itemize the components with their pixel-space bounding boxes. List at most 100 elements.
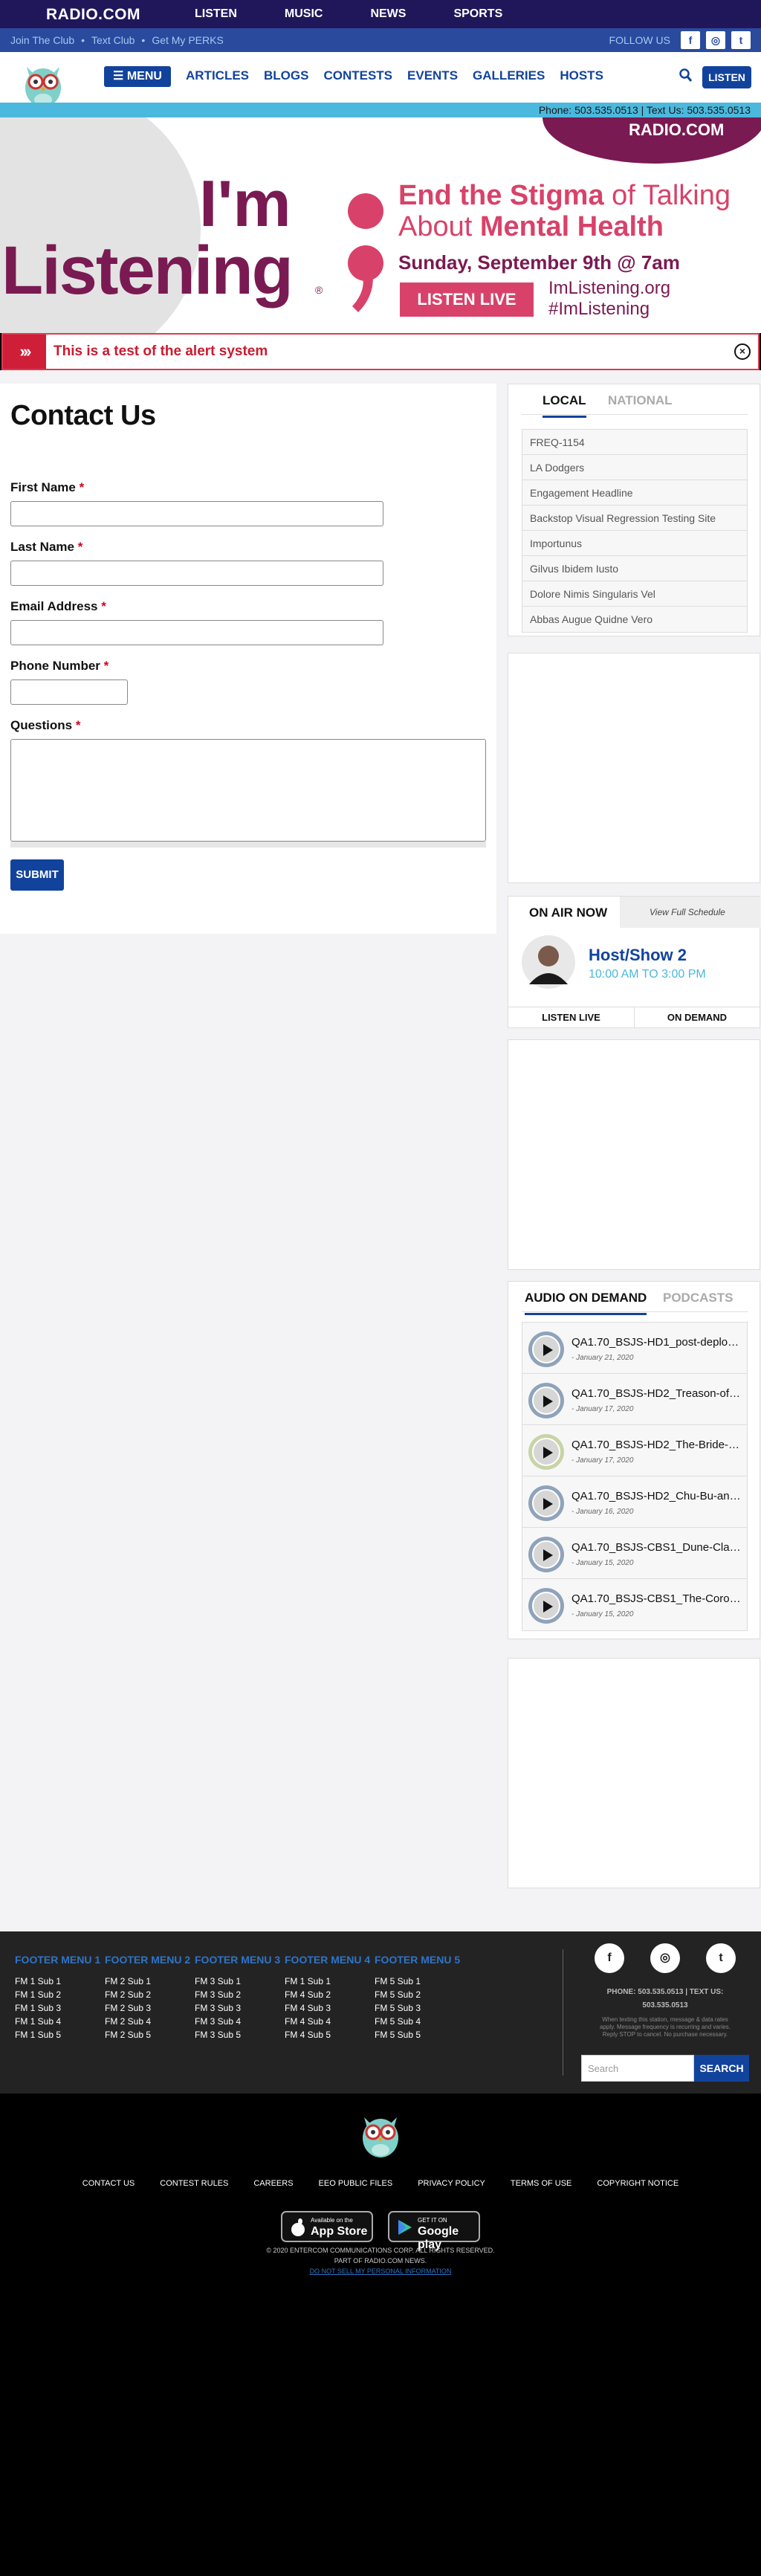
play-icon[interactable]: [532, 1387, 560, 1415]
footer-link[interactable]: FM 1 Sub 3: [15, 2001, 100, 2015]
privacy-link[interactable]: PRIVACY POLICY: [418, 2179, 485, 2188]
ad-slot[interactable]: [508, 653, 760, 883]
play-icon[interactable]: [532, 1438, 560, 1466]
do-not-sell-link[interactable]: DO NOT SELL MY PERSONAL INFORMATION: [0, 2267, 761, 2275]
show-name[interactable]: Host/Show 2: [589, 946, 687, 965]
news-item[interactable]: Dolore Nimis Singularis Vel: [522, 581, 747, 607]
footer-menu-title[interactable]: FOOTER MENU 5: [375, 1954, 460, 1966]
nav-listen[interactable]: LISTEN: [195, 0, 237, 28]
nav-blogs[interactable]: BLOGS: [264, 68, 308, 83]
tab-podcasts[interactable]: PODCASTS: [663, 1291, 733, 1313]
audio-title[interactable]: QA1.70_BSJS-HD2_Treason-of-Isengard: [571, 1387, 744, 1400]
textarea-resize-bar[interactable]: [10, 842, 486, 848]
search-icon[interactable]: [679, 68, 693, 83]
footer-menu-title[interactable]: FOOTER MENU 4: [285, 1954, 370, 1966]
footer-link[interactable]: FM 4 Sub 5: [285, 2028, 370, 2041]
careers-link[interactable]: CAREERS: [253, 2179, 293, 2188]
footer-link[interactable]: FM 2 Sub 5: [105, 2028, 190, 2041]
audio-item[interactable]: QA1.70_BSJS-CBS1_The-Coronation-Test - Ja…: [522, 1579, 747, 1630]
footer-menu-title[interactable]: FOOTER MENU 2: [105, 1954, 190, 1966]
news-item[interactable]: Engagement Headline: [522, 480, 747, 506]
ad-slot[interactable]: [508, 1658, 760, 1888]
footer-search-input[interactable]: Search: [581, 2055, 694, 2082]
footer-link[interactable]: FM 3 Sub 2: [195, 1988, 280, 2001]
google-play-button[interactable]: GET IT ON Google play: [388, 2211, 480, 2251]
footer-link[interactable]: FM 5 Sub 2: [375, 1988, 460, 2001]
text-club-link[interactable]: Text Club: [91, 34, 135, 46]
nav-contests[interactable]: CONTESTS: [323, 68, 392, 83]
footer-link[interactable]: FM 2 Sub 2: [105, 1988, 190, 2001]
footer-link[interactable]: FM 1 Sub 2: [15, 1988, 100, 2001]
listen-live-button[interactable]: LISTEN LIVE: [508, 1007, 635, 1027]
play-icon[interactable]: [532, 1489, 560, 1517]
footer-link[interactable]: FM 5 Sub 4: [375, 2015, 460, 2028]
footer-link[interactable]: FM 2 Sub 4: [105, 2015, 190, 2028]
audio-title[interactable]: QA1.70_BSJS-CBS1_Dune-Class-1-Test: [571, 1541, 744, 1554]
footer-link[interactable]: FM 5 Sub 1: [375, 1975, 460, 1988]
ad-slot[interactable]: [508, 1039, 760, 1270]
news-item[interactable]: Backstop Visual Regression Testing Site: [522, 506, 747, 531]
phone-field[interactable]: [10, 679, 128, 705]
twitter-icon[interactable]: t: [706, 1943, 736, 1973]
footer-menu-title[interactable]: FOOTER MENU 1: [15, 1954, 100, 1966]
nav-galleries[interactable]: GALLERIES: [473, 68, 545, 83]
footer-link[interactable]: FM 2 Sub 3: [105, 2001, 190, 2015]
audio-item[interactable]: QA1.70_BSJS-CBS1_Dune-Class-1-Test - Janu…: [522, 1528, 747, 1579]
audio-item[interactable]: QA1.70_BSJS-HD1_post-deploy_Test - Januar…: [522, 1323, 747, 1374]
news-item[interactable]: Importunus: [522, 531, 747, 556]
audio-item[interactable]: QA1.70_BSJS-HD2_Treason-of-Isengard - Jan…: [522, 1374, 747, 1425]
news-item[interactable]: LA Dodgers: [522, 455, 747, 480]
footer-link[interactable]: FM 3 Sub 4: [195, 2015, 280, 2028]
nav-articles[interactable]: ARTICLES: [186, 68, 249, 83]
eeo-link[interactable]: EEO PUBLIC FILES: [319, 2179, 393, 2188]
audio-title[interactable]: QA1.70_BSJS-HD2_The-Bride-of-the-Monster: [571, 1439, 744, 1451]
audio-item[interactable]: QA1.70_BSJS-HD2_Chu-Bu-and-Sheemish - Jan…: [522, 1476, 747, 1528]
play-icon[interactable]: [532, 1335, 560, 1363]
audio-title[interactable]: QA1.70_BSJS-CBS1_The-Coronation-Test: [571, 1592, 744, 1605]
questions-textarea[interactable]: [10, 739, 486, 842]
footer-link[interactable]: FM 3 Sub 3: [195, 2001, 280, 2015]
perks-link[interactable]: Get My PERKS: [152, 34, 223, 46]
twitter-icon[interactable]: t: [731, 31, 751, 49]
audio-title[interactable]: QA1.70_BSJS-HD2_Chu-Bu-and-Sheemish: [571, 1490, 744, 1502]
listen-button[interactable]: LISTEN: [702, 66, 751, 88]
footer-link[interactable]: FM 3 Sub 1: [195, 1975, 280, 1988]
nav-hosts[interactable]: HOSTS: [560, 68, 603, 83]
footer-menu-title[interactable]: FOOTER MENU 3: [195, 1954, 280, 1966]
news-item[interactable]: Abbas Augue Quidne Vero: [522, 607, 747, 632]
nav-news[interactable]: NEWS: [370, 0, 406, 28]
footer-link[interactable]: FM 1 Sub 1: [15, 1975, 100, 1988]
schedule-tab[interactable]: View Full Schedule: [620, 897, 760, 928]
terms-link[interactable]: TERMS OF USE: [511, 2179, 572, 2188]
news-item[interactable]: Gilvus Ibidem Iusto: [522, 556, 747, 581]
footer-link[interactable]: FM 4 Sub 4: [285, 2015, 370, 2028]
contact-us-link[interactable]: CONTACT US: [82, 2179, 135, 2188]
view-schedule-link[interactable]: View Full Schedule: [650, 907, 725, 917]
last-name-field[interactable]: [10, 561, 383, 586]
footer-link[interactable]: FM 1 Sub 4: [15, 2015, 100, 2028]
submit-button[interactable]: SUBMIT: [10, 859, 64, 891]
footer-link[interactable]: FM 1 Sub 5: [15, 2028, 100, 2041]
listen-live-banner-button[interactable]: LISTEN LIVE: [400, 283, 534, 317]
footer-link[interactable]: FM 1 Sub 1: [285, 1975, 370, 1988]
news-item[interactable]: FREQ-1154: [522, 430, 747, 455]
copyright-link[interactable]: COPYRIGHT NOTICE: [597, 2179, 679, 2188]
radio-com-logo[interactable]: RADIO.COM: [46, 6, 140, 24]
play-icon[interactable]: [532, 1592, 560, 1620]
audio-title[interactable]: QA1.70_BSJS-HD1_post-deploy_Test: [571, 1336, 744, 1349]
footer-link[interactable]: FM 4 Sub 2: [285, 1988, 370, 2001]
tab-national[interactable]: NATIONAL: [608, 393, 673, 416]
on-demand-button[interactable]: ON DEMAND: [635, 1007, 760, 1027]
nav-sports[interactable]: SPORTS: [453, 0, 502, 28]
menu-button[interactable]: ☰ MENU: [104, 66, 171, 87]
facebook-icon[interactable]: f: [681, 31, 700, 49]
nav-events[interactable]: EVENTS: [407, 68, 458, 83]
footer-link[interactable]: FM 5 Sub 3: [375, 2001, 460, 2015]
promo-banner[interactable]: RADIO.COM I'm Listening ® End the Stigma…: [0, 117, 761, 333]
instagram-icon[interactable]: ◎: [706, 31, 725, 49]
footer-link[interactable]: FM 5 Sub 5: [375, 2028, 460, 2041]
owl-logo-icon[interactable]: [357, 2107, 404, 2160]
instagram-icon[interactable]: ◎: [650, 1943, 680, 1973]
footer-link[interactable]: FM 3 Sub 5: [195, 2028, 280, 2041]
app-store-button[interactable]: Available on the App Store: [281, 2211, 373, 2242]
